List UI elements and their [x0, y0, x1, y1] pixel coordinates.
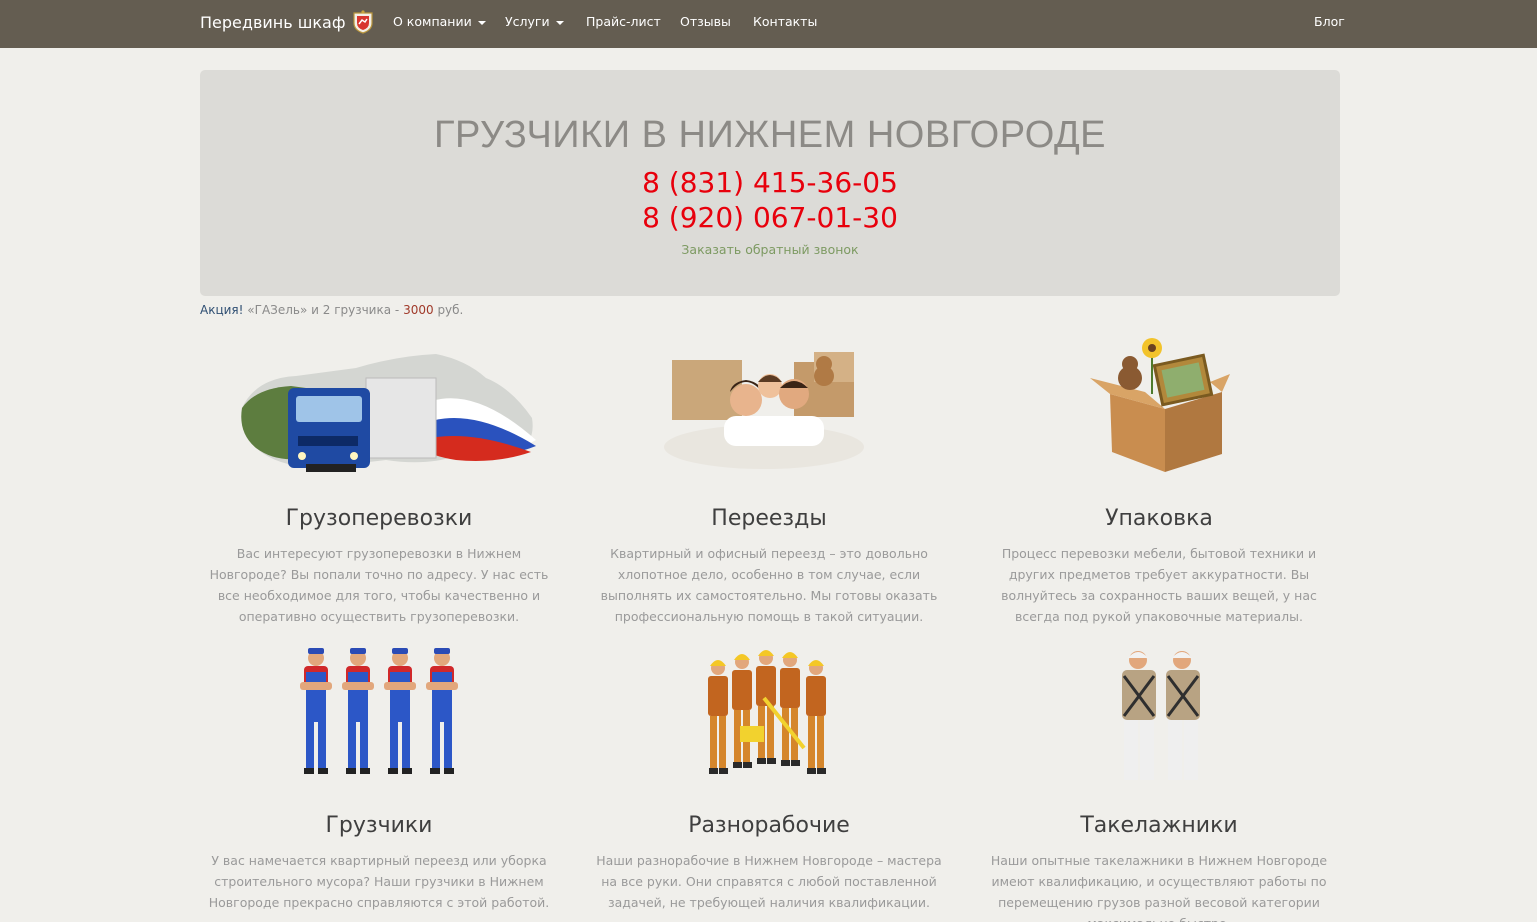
nav-item-about-label: О компании — [393, 14, 472, 29]
service-title[interactable]: Переезды — [589, 506, 949, 531]
service-description: Наши опытные такелажники в Нижнем Новгор… — [990, 853, 1328, 922]
nav-item-about[interactable]: О компании — [393, 0, 486, 44]
phone-number-2[interactable]: 8 (920) 067-01-30 — [200, 201, 1340, 234]
truck-russia-map-image — [236, 348, 538, 478]
promo-text: «ГАЗель» и 2 грузчика - — [247, 303, 400, 317]
top-navbar: Передвинь шкаф О компании Услуги Прайс-л… — [0, 0, 1537, 48]
handymen-image — [704, 648, 834, 790]
nav-item-services[interactable]: Услуги — [505, 0, 564, 44]
brand-name: Передвинь шкаф — [200, 12, 346, 32]
brand-link[interactable]: Передвинь шкаф — [200, 0, 374, 44]
chevron-down-icon — [477, 20, 486, 25]
service-title[interactable]: Такелажники — [979, 813, 1339, 838]
nav-item-blog[interactable]: Блог — [1314, 0, 1345, 44]
promo-line: Акция! «ГАЗель» и 2 грузчика - 3000 руб. — [200, 303, 463, 317]
nav-item-services-label: Услуги — [505, 14, 550, 29]
coat-of-arms-icon — [352, 10, 374, 34]
service-description: Наши разнорабочие в Нижнем Новгороде – м… — [596, 853, 942, 910]
service-card-riggers: Такелажники Наши опытные такелажники в Н… — [979, 813, 1339, 922]
callback-link[interactable]: Заказать обратный звонок — [200, 242, 1340, 257]
nav-item-reviews[interactable]: Отзывы — [680, 0, 731, 44]
service-title[interactable]: Грузоперевозки — [199, 506, 559, 531]
nav-item-contacts[interactable]: Контакты — [753, 0, 817, 44]
promo-currency: руб. — [437, 303, 464, 317]
service-description: Процесс перевозки мебели, бытовой техник… — [1001, 546, 1317, 624]
service-card-relocation: Переезды Квартирный и офисный переезд – … — [589, 506, 949, 627]
service-description: Вас интересуют грузоперевозки в Нижнем Н… — [209, 546, 549, 624]
phone-number-1[interactable]: 8 (831) 415-36-05 — [200, 166, 1340, 199]
service-description: У вас намечается квартирный переезд или … — [208, 853, 550, 910]
movers-image — [296, 642, 462, 786]
hero-jumbotron: ГРУЗЧИКИ В НИЖНЕМ НОВГОРОДЕ 8 (831) 415-… — [200, 70, 1340, 296]
service-card-movers: Грузчики У вас намечается квартирный пер… — [199, 813, 559, 913]
hero-title: ГРУЗЧИКИ В НИЖНЕМ НОВГОРОДЕ — [433, 114, 1107, 156]
service-card-cargo: Грузоперевозки Вас интересуют грузоперев… — [199, 506, 559, 627]
service-card-packing: Упаковка Процесс перевозки мебели, бытов… — [979, 506, 1339, 627]
promo-label[interactable]: Акция! — [200, 303, 243, 317]
nav-item-price-list[interactable]: Прайс-лист — [586, 0, 661, 44]
service-card-handymen: Разнорабочие Наши разнорабочие в Нижнем … — [589, 813, 949, 913]
service-title[interactable]: Грузчики — [199, 813, 559, 838]
moving-box-image — [1090, 334, 1230, 478]
promo-price: 3000 — [403, 303, 434, 317]
service-description: Квартирный и офисный переезд – это довол… — [600, 546, 938, 624]
family-moving-image — [664, 342, 878, 481]
riggers-image — [1108, 646, 1214, 786]
service-title[interactable]: Упаковка — [979, 506, 1339, 531]
chevron-down-icon — [555, 20, 564, 25]
service-title[interactable]: Разнорабочие — [589, 813, 949, 838]
